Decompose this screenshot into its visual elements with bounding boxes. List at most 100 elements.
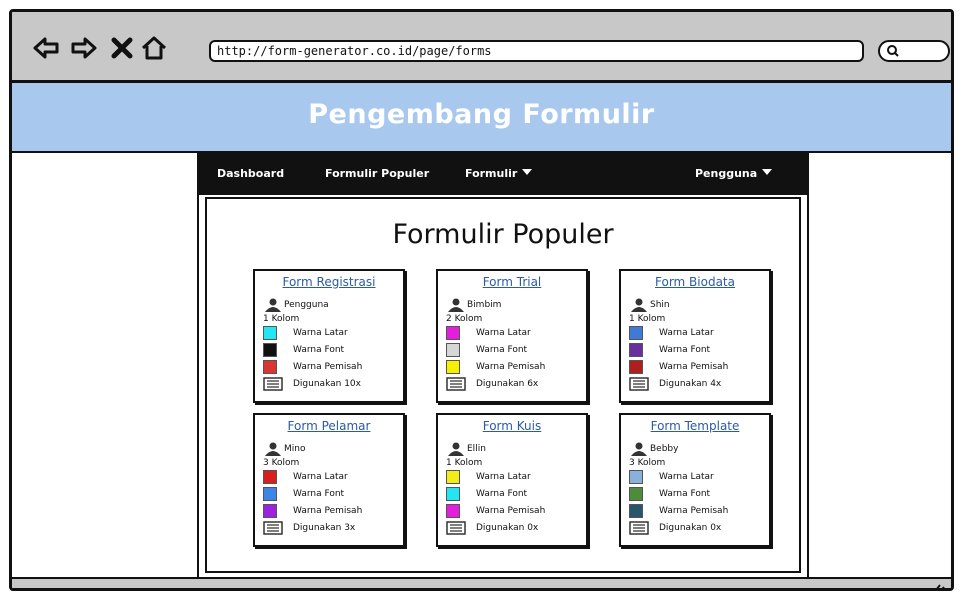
back-arrow-icon[interactable] bbox=[32, 34, 60, 62]
form-title-link[interactable]: Form Template bbox=[621, 419, 769, 433]
forward-arrow-icon[interactable] bbox=[70, 34, 98, 62]
color-label: Warna Latar bbox=[293, 328, 348, 338]
list-icon bbox=[263, 521, 283, 535]
nav-user-label: Pengguna bbox=[695, 167, 758, 180]
color-label: Warna Pemisah bbox=[293, 362, 363, 372]
form-card[interactable]: Form Pelamar Mino 3 Kolom Warna Latar Wa… bbox=[253, 413, 405, 547]
form-owner-name: Bimbim bbox=[467, 300, 502, 310]
form-columns: 3 Kolom bbox=[263, 458, 300, 468]
form-owner-name: Bebby bbox=[650, 444, 679, 454]
form-columns: 1 Kolom bbox=[263, 314, 300, 324]
form-title-link[interactable]: Form Registrasi bbox=[255, 275, 403, 289]
color-label: Warna Font bbox=[476, 345, 528, 355]
chevron-down-icon bbox=[522, 169, 533, 175]
nav-dashboard[interactable]: Dashboard bbox=[217, 167, 284, 180]
color-swatch bbox=[263, 326, 277, 340]
color-swatch bbox=[446, 487, 460, 501]
page-title: Formulir Populer bbox=[392, 219, 614, 250]
site-header: Pengembang Formulir bbox=[12, 83, 951, 153]
form-owner-name: Pengguna bbox=[284, 300, 329, 310]
form-title-link[interactable]: Form Trial bbox=[438, 275, 586, 289]
chevron-down-icon bbox=[762, 169, 773, 175]
color-swatch bbox=[446, 343, 460, 357]
user-icon bbox=[265, 298, 281, 312]
user-icon bbox=[448, 298, 464, 312]
color-swatch bbox=[629, 326, 643, 340]
form-columns: 3 Kolom bbox=[629, 458, 666, 468]
color-swatch bbox=[629, 343, 643, 357]
form-owner-name: Shin bbox=[650, 300, 670, 310]
color-label: Warna Font bbox=[293, 345, 345, 355]
url-bar[interactable]: http://form-generator.co.id/page/forms bbox=[209, 40, 864, 62]
nav-forms-label: Formulir bbox=[465, 167, 518, 180]
color-swatch bbox=[629, 504, 643, 518]
color-swatch bbox=[629, 360, 643, 374]
color-swatch bbox=[629, 487, 643, 501]
color-label: Warna Font bbox=[476, 489, 528, 499]
color-label: Warna Font bbox=[293, 489, 345, 499]
color-swatch bbox=[446, 360, 460, 374]
form-columns: 2 Kolom bbox=[446, 314, 483, 324]
form-owner-name: Mino bbox=[284, 444, 306, 454]
color-label: Warna Latar bbox=[293, 472, 348, 482]
nav-user-dropdown[interactable]: Pengguna bbox=[695, 167, 773, 180]
user-icon bbox=[265, 442, 281, 456]
home-icon[interactable] bbox=[140, 34, 168, 62]
color-label: Warna Latar bbox=[476, 472, 531, 482]
color-label: Warna Pemisah bbox=[659, 506, 729, 516]
form-title-link[interactable]: Form Kuis bbox=[438, 419, 586, 433]
close-x-icon[interactable] bbox=[108, 34, 136, 62]
search-field[interactable] bbox=[878, 40, 950, 62]
color-swatch bbox=[629, 470, 643, 484]
color-label: Warna Latar bbox=[476, 328, 531, 338]
list-icon bbox=[446, 521, 466, 535]
browser-toolbar: http://form-generator.co.id/page/forms bbox=[12, 12, 951, 83]
site-title: Pengembang Formulir bbox=[308, 99, 655, 130]
form-card[interactable]: Form Registrasi Pengguna 1 Kolom Warna L… bbox=[253, 269, 405, 403]
nav-bar: Dashboard Formulir Populer Formulir Peng… bbox=[199, 153, 807, 195]
form-columns: 1 Kolom bbox=[629, 314, 666, 324]
color-label: Warna Latar bbox=[659, 328, 714, 338]
browser-status-bar bbox=[12, 577, 951, 591]
color-swatch bbox=[263, 360, 277, 374]
nav-forms-dropdown[interactable]: Formulir bbox=[465, 167, 533, 180]
form-owner-name: Ellin bbox=[467, 444, 486, 454]
color-swatch bbox=[446, 326, 460, 340]
popular-forms-panel: Formulir Populer Form Registrasi Penggun… bbox=[205, 197, 801, 573]
form-columns: 1 Kolom bbox=[446, 458, 483, 468]
color-label: Warna Font bbox=[659, 345, 711, 355]
form-title-link[interactable]: Form Pelamar bbox=[255, 419, 403, 433]
color-swatch bbox=[263, 470, 277, 484]
user-icon bbox=[631, 442, 647, 456]
usage-count: Digunakan 3x bbox=[293, 523, 356, 533]
color-label: Warna Pemisah bbox=[476, 362, 546, 372]
color-swatch bbox=[446, 470, 460, 484]
list-icon bbox=[446, 377, 466, 391]
list-icon bbox=[263, 377, 283, 391]
usage-count: Digunakan 4x bbox=[659, 379, 722, 389]
user-icon bbox=[631, 298, 647, 312]
color-label: Warna Pemisah bbox=[476, 506, 546, 516]
usage-count: Digunakan 0x bbox=[476, 523, 539, 533]
usage-count: Digunakan 6x bbox=[476, 379, 539, 389]
form-card[interactable]: Form Trial Bimbim 2 Kolom Warna Latar Wa… bbox=[436, 269, 588, 403]
color-label: Warna Pemisah bbox=[293, 506, 363, 516]
color-swatch bbox=[446, 504, 460, 518]
resize-handle-icon[interactable] bbox=[931, 583, 945, 591]
search-icon bbox=[887, 45, 899, 57]
form-card[interactable]: Form Biodata Shin 1 Kolom Warna Latar Wa… bbox=[619, 269, 771, 403]
user-icon bbox=[448, 442, 464, 456]
list-icon bbox=[629, 377, 649, 391]
color-label: Warna Font bbox=[659, 489, 711, 499]
list-icon bbox=[629, 521, 649, 535]
color-swatch bbox=[263, 504, 277, 518]
usage-count: Digunakan 0x bbox=[659, 523, 722, 533]
color-label: Warna Latar bbox=[659, 472, 714, 482]
color-swatch bbox=[263, 343, 277, 357]
color-label: Warna Pemisah bbox=[659, 362, 729, 372]
nav-popular-forms[interactable]: Formulir Populer bbox=[325, 167, 429, 180]
form-title-link[interactable]: Form Biodata bbox=[621, 275, 769, 289]
form-card[interactable]: Form Kuis Ellin 1 Kolom Warna Latar Warn… bbox=[436, 413, 588, 547]
color-swatch bbox=[263, 487, 277, 501]
form-card[interactable]: Form Template Bebby 3 Kolom Warna Latar … bbox=[619, 413, 771, 547]
